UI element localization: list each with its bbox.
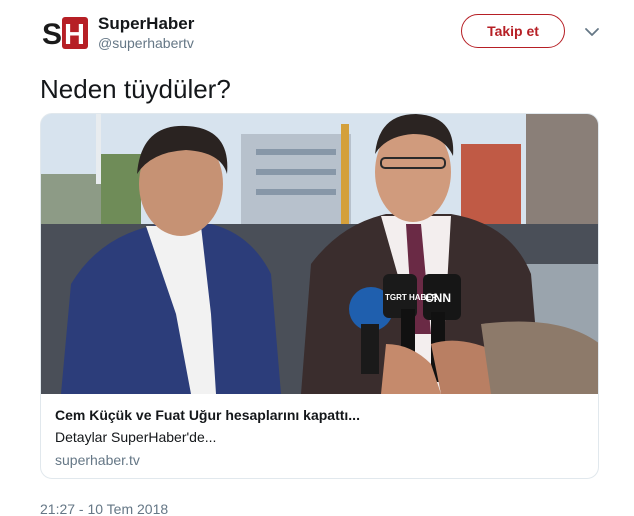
card-body: Cem Küçük ve Fuat Uğur hesaplarını kapat… bbox=[55, 406, 585, 469]
tgrt-mic-logo: TGRT HABER bbox=[385, 293, 438, 302]
author-handle[interactable]: @superhabertv bbox=[98, 34, 194, 52]
tweet: S H SuperHaber @superhabertv Takip et Ne… bbox=[0, 0, 634, 516]
chevron-down-icon bbox=[585, 28, 599, 36]
card-image[interactable]: CNN TGRT HABER bbox=[41, 114, 599, 394]
avatar[interactable]: S H bbox=[40, 16, 88, 50]
link-card[interactable]: CNN TGRT HABER Cem Küçük ve Fuat Uğur he… bbox=[40, 113, 599, 479]
tweet-menu-button[interactable] bbox=[583, 25, 601, 39]
card-description: Detaylar SuperHaber'de... bbox=[55, 429, 217, 445]
tweet-timestamp[interactable]: 21:27 - 10 Tem 2018 bbox=[40, 500, 168, 516]
svg-text:H: H bbox=[64, 19, 85, 50]
card-domain[interactable]: superhaber.tv bbox=[55, 451, 585, 469]
tweet-author[interactable]: SuperHaber @superhabertv bbox=[98, 13, 194, 52]
tweet-text: Neden tüydüler? bbox=[40, 74, 231, 104]
svg-text:S: S bbox=[42, 18, 62, 50]
follow-button[interactable]: Takip et bbox=[461, 14, 565, 48]
superhaber-logo: S H bbox=[42, 17, 88, 50]
author-display-name[interactable]: SuperHaber bbox=[98, 13, 194, 34]
card-title[interactable]: Cem Küçük ve Fuat Uğur hesaplarını kapat… bbox=[55, 406, 585, 424]
